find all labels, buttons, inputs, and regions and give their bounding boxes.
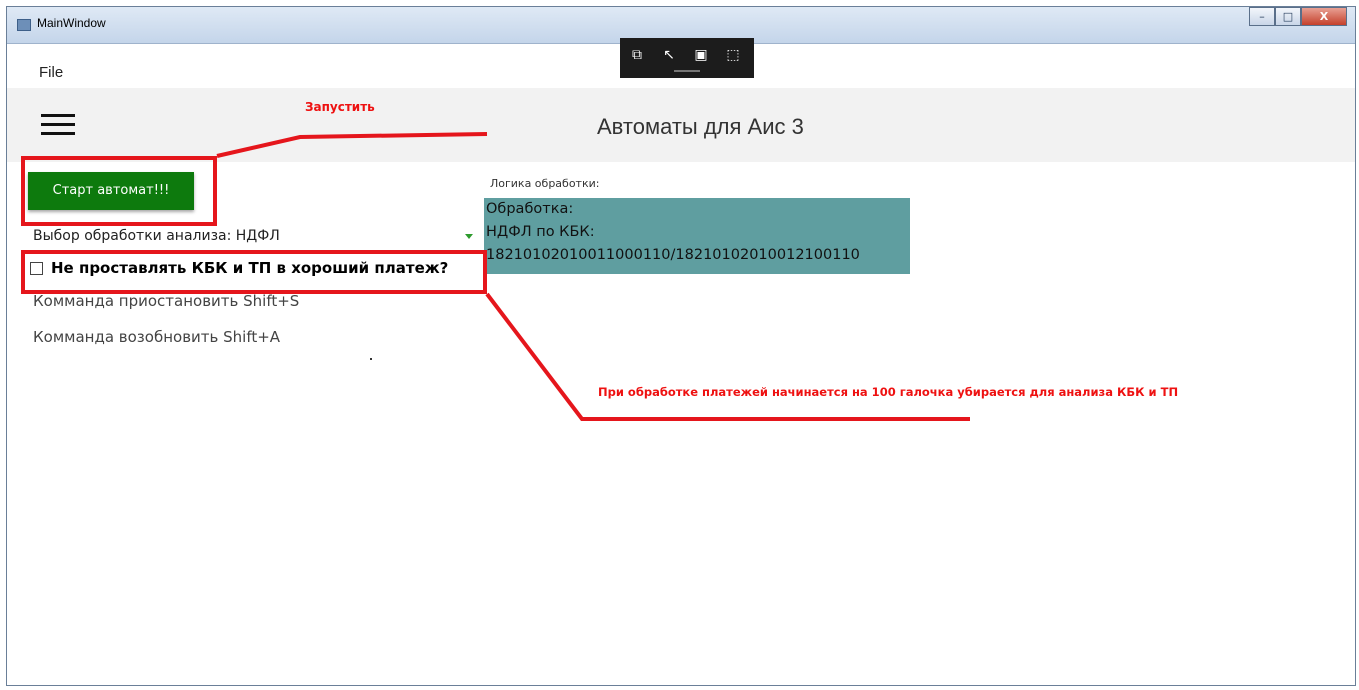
stray-dot [370,358,372,360]
track-focus-icon[interactable]: ⬚ [724,46,742,64]
pointer-icon[interactable]: ↖ [660,46,678,64]
main-window: MainWindow – □ X File Автоматы для Аис 3 [6,6,1356,686]
close-button[interactable]: X [1301,7,1347,26]
logic-line: Обработка: [486,201,574,217]
maximize-button[interactable]: □ [1275,7,1301,26]
window-title: MainWindow [37,16,106,30]
display-layout-icon[interactable]: ▣ [692,46,710,64]
command-resume-text: Комманда возобновить Shift+A [33,328,281,346]
client-area: File Автоматы для Аис 3 [7,44,1355,685]
window-controls: – □ X [1249,7,1347,27]
menu-file[interactable]: File [39,64,63,81]
logic-line: НДФЛ по КБК: [486,224,595,240]
logic-caption: Логика обработки: [490,177,600,190]
app-header: Автоматы для Аис 3 [7,88,1355,162]
annotation-box-start [21,156,217,226]
annotation-note: При обработке платежей начинается на 100… [598,385,1179,399]
chevron-down-icon[interactable] [465,234,473,239]
select-visual-icon[interactable]: ⧉ [628,46,646,64]
toolbar-grip[interactable] [674,70,700,72]
app-title: Автоматы для Аис 3 [597,114,804,139]
analysis-select[interactable]: Выбор обработки анализа: НДФЛ [33,228,475,246]
app-icon [17,19,31,31]
logic-box: Обработка: НДФЛ по КБК: 1821010201001100… [484,198,910,274]
logic-line: 18210102010011000110/1821010201001210011… [486,247,860,263]
command-pause-text: Комманда приостановить Shift+S [33,292,300,310]
analysis-select-value: НДФЛ [235,228,280,244]
minimize-button[interactable]: – [1249,7,1275,26]
annotation-run-label: Запустить [305,100,375,114]
debug-toolbar: ⧉ ↖ ▣ ⬚ [620,38,754,78]
annotation-box-checkbox [21,250,487,294]
hamburger-icon[interactable] [41,114,75,136]
analysis-select-label: Выбор обработки анализа: [33,228,236,244]
